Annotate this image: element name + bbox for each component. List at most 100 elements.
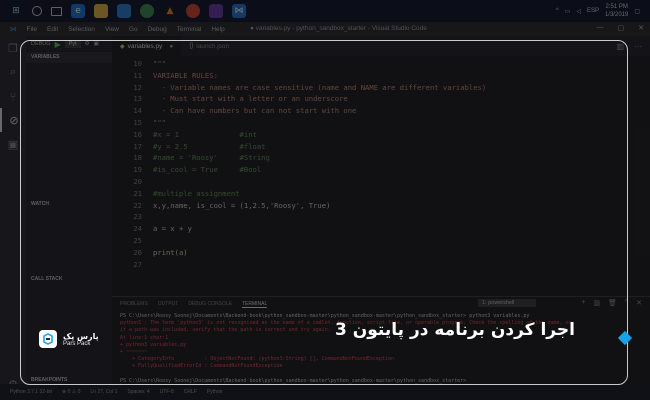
code-line[interactable]: 25: [112, 235, 650, 247]
menu-file[interactable]: File: [27, 26, 37, 33]
menu-terminal[interactable]: Terminal: [177, 26, 202, 33]
status-item[interactable]: ⊗ 0 ⚠ 0: [62, 389, 80, 395]
clock[interactable]: 2:51 PM 1/3/2019: [605, 3, 628, 19]
debug-settings-icon[interactable]: ⚙: [85, 41, 90, 47]
code-editor[interactable]: 10 """ 11 VARIABLE RULES: 12 - Variable name…: [112, 56, 650, 296]
line-number: 20: [133, 177, 142, 186]
code-line[interactable]: 21 #multiple assignment: [112, 188, 650, 200]
status-item[interactable]: Python: [207, 389, 223, 395]
split-terminal-icon[interactable]: ▥: [593, 299, 600, 307]
menu-selection[interactable]: Selection: [68, 26, 95, 33]
menu-debug[interactable]: Debug: [148, 26, 167, 33]
menu-help[interactable]: Help: [211, 26, 224, 33]
app-icon-2[interactable]: [209, 4, 223, 18]
store-icon[interactable]: [117, 4, 131, 18]
code-line[interactable]: 12 - Variable names are case sensitive (…: [112, 82, 650, 94]
new-terminal-icon[interactable]: +: [581, 299, 585, 307]
watch-section[interactable]: WATCH: [26, 199, 112, 210]
window-controls: — ▢ ✕: [597, 24, 645, 32]
call-stack-section[interactable]: CALL STACK: [26, 274, 112, 285]
explorer-icon[interactable]: ❐: [0, 36, 26, 60]
unsaved-dot-icon[interactable]: ●: [169, 43, 173, 50]
extensions-icon[interactable]: ▣: [0, 132, 26, 156]
close-icon[interactable]: ✕: [638, 24, 644, 32]
more-actions-icon[interactable]: ···: [634, 42, 642, 51]
status-item[interactable]: UTF-8: [160, 389, 174, 395]
status-item[interactable]: Ln 27, Col 1: [90, 389, 117, 395]
code-line[interactable]: 14 - Can have numbers but can not start …: [112, 105, 650, 117]
status-item[interactable]: Python 3.7.1 32-bit: [10, 389, 52, 395]
tab-launch-json[interactable]: {} launch.json: [181, 36, 237, 56]
menu-edit[interactable]: Edit: [47, 26, 58, 33]
code-line[interactable]: 27: [112, 259, 650, 271]
status-item[interactable]: Spaces: 4: [127, 389, 149, 395]
vscode-taskbar-icon[interactable]: ⋈: [232, 4, 246, 18]
kill-terminal-icon[interactable]: 🗑: [608, 299, 617, 307]
tab-output[interactable]: OUTPUT: [158, 301, 179, 307]
system-tray: ^ ▭ ◁ ESP 2:51 PM 1/3/2019 ▢: [556, 3, 650, 19]
tray-chevron-icon[interactable]: ^: [556, 8, 559, 14]
terminal-line: + FullyQualifiedErrorId : CommandNotFoun…: [120, 363, 283, 370]
line-number: 17: [133, 141, 142, 151]
status-bar: Python 3.7.1 32-bit ⊗ 0 ⚠ 0 Ln 27, Col 1 Sp…: [0, 384, 650, 400]
code-line[interactable]: 23: [112, 211, 650, 223]
line-number: 10: [133, 59, 142, 68]
logo-text: پارس پک Pars Pack: [63, 332, 99, 347]
maximize-panel-icon[interactable]: ^: [625, 299, 628, 307]
code-line[interactable]: 17 #y = 2.5 #float: [112, 141, 650, 153]
language-indicator[interactable]: ESP: [587, 8, 599, 14]
code-line[interactable]: 13 - Must start with a letter or an unde…: [112, 93, 650, 105]
terminal-line: + python3 variables.py: [120, 341, 187, 348]
terminal-select[interactable]: 1: powershell: [478, 299, 536, 307]
tab-debug-console[interactable]: DEBUG CONSOLE: [188, 301, 232, 307]
close-panel-icon[interactable]: ✕: [636, 299, 642, 307]
maximize-icon[interactable]: ▢: [618, 24, 625, 32]
start-debugging-icon[interactable]: ▶: [55, 40, 61, 49]
line-number: 16: [133, 129, 142, 139]
code-line[interactable]: 26 print(a): [112, 247, 650, 259]
split-editor-icon[interactable]: ▥: [616, 42, 624, 51]
menu-view[interactable]: View: [105, 26, 119, 33]
code-line[interactable]: 10 """: [112, 58, 650, 70]
file-explorer-icon[interactable]: [94, 4, 108, 18]
code-line[interactable]: 16 #x = 1 #int: [112, 129, 650, 141]
notifications-icon[interactable]: ▢: [634, 8, 640, 15]
terminal-line: + ~~~~~~~: [120, 348, 148, 355]
edge-browser-icon[interactable]: e: [71, 4, 85, 18]
chrome-icon[interactable]: [186, 4, 200, 18]
code-text: """: [153, 118, 166, 127]
volume-icon[interactable]: ◁: [576, 8, 581, 15]
tab-problems[interactable]: PROBLEMS: [120, 301, 148, 307]
line-number: 13: [133, 94, 142, 104]
search-icon[interactable]: ⌕: [0, 60, 26, 84]
minimize-icon[interactable]: —: [597, 24, 604, 32]
debug-icon[interactable]: ⊘: [0, 108, 26, 132]
source-control-icon[interactable]: ⑂: [0, 84, 26, 108]
variables-section[interactable]: VARIABLES: [26, 52, 112, 63]
tab-variables-py[interactable]: ◆ variables.py ●: [112, 36, 182, 56]
search-icon[interactable]: [32, 6, 42, 16]
code-text: - Must start with a letter or an undersc…: [153, 94, 348, 104]
vlc-icon[interactable]: ▲: [163, 4, 177, 18]
code-line[interactable]: 19 #is_cool = True #Bool: [112, 164, 650, 176]
menu-go[interactable]: Go: [129, 26, 138, 33]
code-line[interactable]: 22 x,y,name, is_cool = (1,2.5,'Roosy', Tr…: [112, 200, 650, 212]
task-view-icon[interactable]: [51, 6, 62, 16]
code-text: #multiple assignment: [153, 188, 240, 198]
code-line[interactable]: 20: [112, 176, 650, 188]
windows-start-icon[interactable]: ⊞: [9, 4, 23, 18]
debug-console-icon[interactable]: ▣: [94, 41, 99, 47]
debug-config-select[interactable]: Pyt: [64, 40, 81, 48]
status-item[interactable]: CRLF: [184, 389, 197, 395]
tab-terminal[interactable]: TERMINAL: [241, 301, 268, 308]
code-line[interactable]: 15 """: [112, 117, 650, 129]
line-number: 23: [133, 212, 142, 222]
code-text: #x = 1 #int: [153, 129, 257, 139]
network-icon[interactable]: ▭: [565, 8, 571, 15]
code-line[interactable]: 24 a = x + y: [112, 223, 650, 235]
code-line[interactable]: 18 #name = 'Roosy' #String: [112, 152, 650, 164]
app-icon[interactable]: [140, 4, 154, 18]
windows-taskbar: ⊞ e ▲ ⋈ ^ ▭ ◁ ESP 2:51 PM 1/3/2019 ▢: [0, 0, 650, 22]
code-line[interactable]: 11 VARIABLE RULES:: [112, 70, 650, 82]
